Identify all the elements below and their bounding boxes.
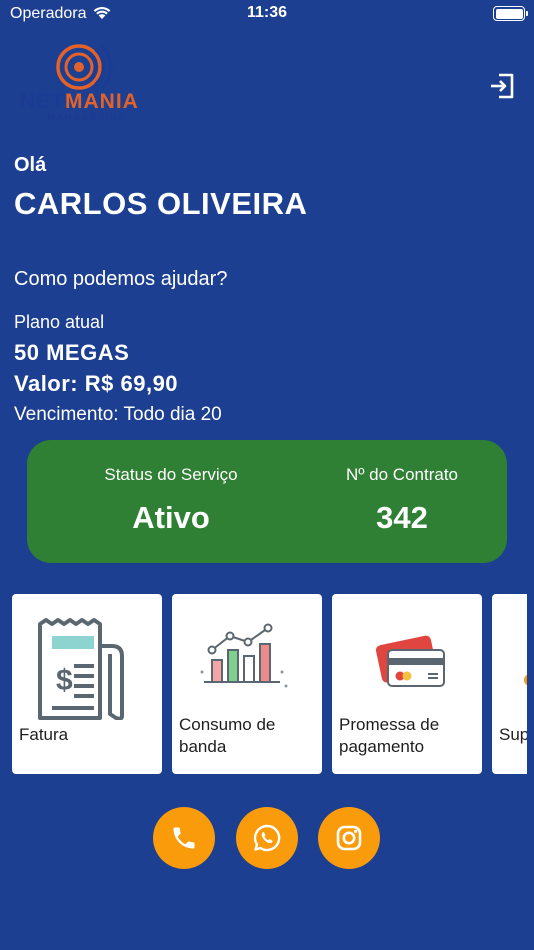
phone-icon — [173, 827, 195, 849]
tile-label: Promessa de pagamento — [339, 715, 440, 756]
plan-value: Valor: R$ 69,90 — [14, 371, 179, 396]
invoice-icon: $ — [38, 618, 124, 720]
netmania-logo: NETMANIA MANGABEIRA — [20, 42, 160, 124]
svg-text:$: $ — [56, 664, 73, 697]
instagram-icon — [336, 825, 362, 851]
signal-logo-icon — [56, 44, 113, 90]
contract-number-value: 342 — [376, 500, 428, 535]
help-prompt: Como podemos ajudar? — [14, 268, 228, 290]
service-status-card: Status do Serviço Ativo Nº do Contrato 3… — [27, 440, 507, 563]
logout-button[interactable] — [488, 72, 516, 100]
services-carousel[interactable]: $ Fatura Consumo de banda Promessa de pa… — [12, 594, 527, 774]
service-status-value: Ativo — [132, 500, 210, 535]
support-icon — [524, 674, 527, 686]
tile-label: Consumo de banda — [179, 715, 276, 756]
plan-name: 50 MEGAS — [14, 340, 130, 365]
instagram-button[interactable] — [318, 807, 380, 869]
tile-consumo-de-banda[interactable]: Consumo de banda — [172, 594, 322, 774]
contract-number-label: Nº do Contrato — [345, 465, 459, 484]
service-status-label: Status do Serviço — [104, 465, 238, 484]
call-button[interactable] — [153, 807, 215, 869]
whatsapp-icon — [253, 824, 281, 852]
plan-label: Plano atual — [14, 312, 105, 332]
contract-number: Nº do Contrato 342 — [282, 440, 522, 536]
clock: 11:36 — [246, 4, 288, 21]
service-status: Status do Serviço Ativo — [51, 440, 291, 536]
logout-icon — [491, 73, 514, 99]
bar-chart-icon — [200, 623, 288, 688]
logo-wordmark: NETMANIA — [20, 90, 139, 113]
whatsapp-button[interactable] — [236, 807, 298, 869]
tile-label: Fatura — [19, 725, 69, 744]
plan-due-date: Vencimento: Todo dia 20 — [14, 404, 222, 425]
logo-subtitle: MANGABEIRA — [47, 112, 126, 123]
battery-icon — [493, 6, 528, 21]
status-bar: Operadora 11:36 — [0, 0, 534, 28]
greeting: Olá — [14, 154, 47, 176]
tile-suporte[interactable]: Sup — [492, 594, 527, 774]
user-name: CARLOS OLIVEIRA — [14, 186, 308, 221]
tile-promessa-de-pagamento[interactable]: Promessa de pagamento — [332, 594, 482, 774]
tile-fatura[interactable]: $ Fatura — [12, 594, 162, 774]
tile-label: Sup — [499, 725, 527, 744]
credit-card-icon — [375, 635, 445, 687]
